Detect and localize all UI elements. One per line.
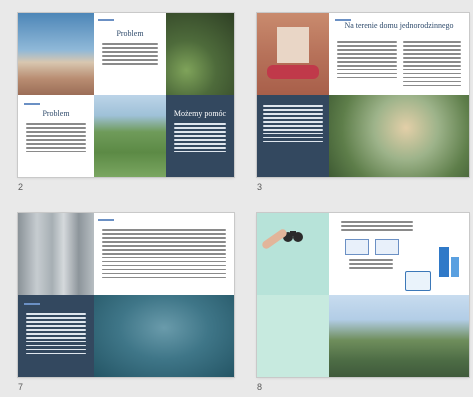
slide-title: Problem: [116, 29, 144, 38]
slide-thumbnail-2[interactable]: Problem Problem Możemy pomóc: [18, 13, 234, 177]
accent-line: [24, 103, 40, 105]
green-building-photo: [329, 295, 469, 377]
water-diagram-icon: [405, 271, 431, 291]
park-photo: [94, 95, 166, 177]
slide-body-text: [102, 43, 158, 67]
binoculars-panel: [257, 213, 329, 295]
woman-terrace-photo: [329, 95, 469, 177]
slide-body-text: [102, 229, 226, 281]
slide-quote-text: [26, 313, 86, 357]
window-shape: [277, 27, 309, 63]
waterfall-photo: [18, 213, 94, 295]
slide-body-text: [403, 41, 461, 89]
accent-line: [24, 303, 40, 305]
slide-body-text: [349, 259, 393, 271]
slide-title: Możemy pomóc: [173, 109, 227, 118]
slide-body-text: [174, 123, 226, 155]
slide-number: 2: [18, 182, 24, 192]
slide-body-text: [337, 41, 397, 81]
slide-title: Problem: [42, 109, 70, 118]
water-ripple-photo: [94, 295, 234, 377]
gardener-photo: [166, 13, 234, 95]
diagram-box: [345, 239, 369, 255]
city-rooftops-photo: [18, 13, 94, 95]
diagram-box: [375, 239, 399, 255]
slide-body-text: [26, 123, 86, 155]
slide-title: Na terenie domu jednorodzinnego: [344, 21, 454, 30]
slide-body-text: [341, 221, 413, 233]
slide-thumbnail-7[interactable]: [18, 213, 234, 377]
slide-body-text: [263, 105, 323, 145]
accent-line: [98, 19, 114, 21]
slide-thumbnail-3[interactable]: Na terenie domu jednorodzinnego: [257, 13, 469, 177]
mint-panel: [257, 295, 329, 377]
flower-box-shape: [267, 65, 319, 79]
slide-number: 3: [257, 182, 263, 192]
water-tank-icon: [451, 257, 459, 277]
slide-thumbnail-8[interactable]: [257, 213, 469, 377]
accent-line: [98, 219, 114, 221]
water-tank-icon: [439, 247, 449, 277]
slide-number: 8: [257, 382, 263, 392]
slide-number: 7: [18, 382, 24, 392]
